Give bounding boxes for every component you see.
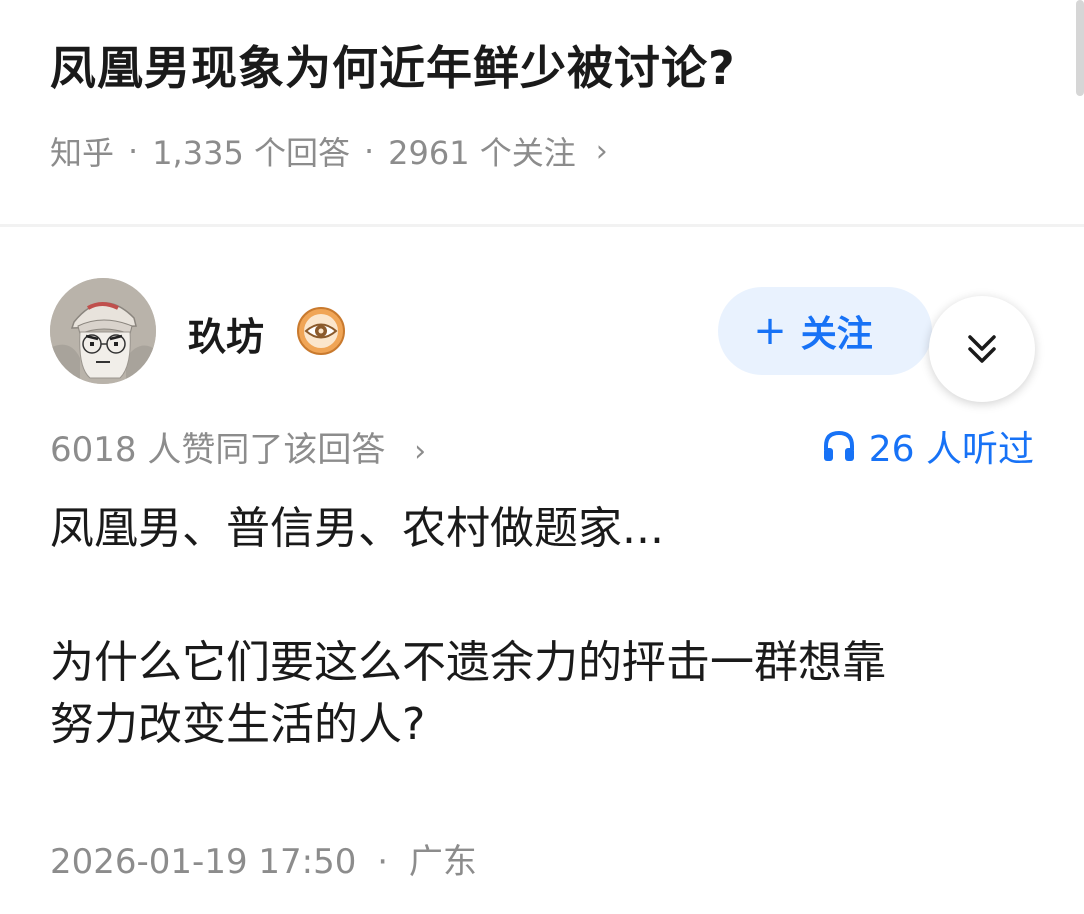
author-name[interactable]: 玖坊 [188, 306, 264, 361]
answer-page: 凤凰男现象为何近年鲜少被讨论? 知乎 · 1,335 个回答 · 2961 个关… [0, 0, 1084, 914]
post-datetime: 2026-01-19 17:50 [50, 842, 357, 882]
footer-separator: · [377, 842, 389, 882]
double-chevron-down-icon [968, 335, 996, 363]
question-title[interactable]: 凤凰男现象为何近年鲜少被讨论? [50, 32, 736, 98]
headphones-icon [823, 430, 854, 461]
listen-count-label: 26 人听过 [868, 429, 1034, 470]
avatar-image [50, 278, 156, 384]
upvote-summary[interactable]: 6018 人赞同了该回答 › [50, 422, 426, 471]
upvote-count: 6018 人赞同了该回答 [50, 430, 386, 470]
answer-paragraph: 为什么它们要这么不遗余力的抨击一群想靠 [50, 637, 886, 688]
avatar[interactable] [50, 278, 156, 384]
follow-button[interactable]: + 关注 [718, 287, 932, 375]
meta-separator: · [128, 132, 139, 170]
question-meta[interactable]: 知乎 · 1,335 个回答 · 2961 个关注 › [50, 128, 608, 174]
chevron-right-icon: › [595, 133, 608, 169]
post-location: 广东 [408, 842, 477, 882]
meta-separator: · [363, 132, 375, 170]
follower-count: 2961 个关注 [388, 134, 576, 172]
section-divider [0, 224, 1084, 227]
listen-count[interactable]: 26 人听过 [821, 420, 1034, 472]
answer-count: 1,335 个回答 [152, 134, 350, 172]
follow-label: 关注 [800, 314, 873, 355]
source-label: 知乎 [50, 134, 115, 172]
expand-button[interactable] [929, 296, 1035, 402]
chevron-right-icon: › [414, 434, 427, 469]
scrollbar[interactable] [1076, 0, 1084, 96]
answer-footer: 2026-01-19 17:50 · 广东 [50, 834, 477, 883]
answer-paragraph: 努力改变生活的人? [50, 699, 426, 750]
plus-icon: + [753, 308, 787, 354]
eye-badge-icon[interactable] [296, 306, 346, 356]
answer-paragraph: 凤凰男、普信男、农村做题家... [50, 503, 664, 554]
